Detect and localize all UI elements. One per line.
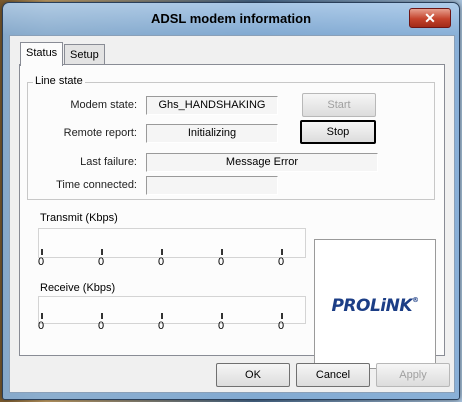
tab-status-label: Status <box>26 47 58 59</box>
transmit-scale-label: 0 <box>37 256 45 268</box>
tab-setup-label: Setup <box>70 49 99 61</box>
close-icon: ✕ <box>424 10 436 26</box>
receive-scale-tick <box>41 313 43 319</box>
receive-scale-label: 0 <box>277 320 285 332</box>
receive-scale-tick <box>101 313 103 319</box>
close-button[interactable]: ✕ <box>409 8 451 28</box>
transmit-scale-label: 0 <box>97 256 105 268</box>
transmit-scale-tick <box>281 249 283 255</box>
dialog-window: ADSL modem information ✕ Status Setup Li… <box>2 2 460 400</box>
transmit-title: Transmit (Kbps) <box>40 212 118 224</box>
transmit-scale-label: 0 <box>277 256 285 268</box>
modem-state-label: Modem state: <box>70 99 137 111</box>
receive-scale-label: 0 <box>97 320 105 332</box>
receive-scale-tick <box>281 313 283 319</box>
receive-title: Receive (Kbps) <box>40 282 116 294</box>
receive-scale-label: 0 <box>37 320 45 332</box>
transmit-scale-label: 0 <box>217 256 225 268</box>
receive-scale-label: 0 <box>217 320 225 332</box>
receive-scale-label: 0 <box>157 320 165 332</box>
receive-scale-tick <box>161 313 163 319</box>
start-button[interactable]: Start <box>302 93 376 117</box>
line-state-group: Line state Modem state: Ghs_HANDSHAKING … <box>27 75 435 200</box>
remote-report-value: Initializing <box>146 124 278 143</box>
transmit-scale-tick <box>101 249 103 255</box>
transmit-scale-tick <box>221 249 223 255</box>
transmit-scale-label: 0 <box>157 256 165 268</box>
apply-button[interactable]: Apply <box>376 363 450 387</box>
last-failure-label: Last failure: <box>80 156 137 168</box>
last-failure-value: Message Error <box>146 153 378 172</box>
line-state-group-title: Line state <box>33 75 85 87</box>
logo-registered-mark: ® <box>412 296 419 304</box>
stop-button[interactable]: Stop <box>300 120 376 144</box>
tab-setup[interactable]: Setup <box>64 44 105 65</box>
receive-scale-tick <box>221 313 223 319</box>
logo-wordmark: PROLiNK <box>331 296 413 316</box>
time-connected-value <box>146 176 278 195</box>
status-panel: Line state Modem state: Ghs_HANDSHAKING … <box>19 64 445 369</box>
transmit-scale-tick <box>161 249 163 255</box>
modem-state-value: Ghs_HANDSHAKING <box>146 96 278 115</box>
transmit-scale-tick <box>41 249 43 255</box>
prolink-logo: PROLiNK® <box>314 239 436 369</box>
dialog-client-area: Status Setup Line state Modem state: Ghs… <box>9 35 455 393</box>
window-title: ADSL modem information <box>150 11 312 26</box>
logo-text: PROLiNK® <box>315 296 435 316</box>
receive-scale: 0 0 0 0 0 <box>38 313 310 341</box>
transmit-scale: 0 0 0 0 0 <box>38 249 310 277</box>
remote-report-label: Remote report: <box>63 127 137 139</box>
ok-button[interactable]: OK <box>216 363 290 387</box>
cancel-button[interactable]: Cancel <box>296 363 370 387</box>
time-connected-label: Time connected: <box>56 179 137 191</box>
tab-status[interactable]: Status <box>20 42 64 66</box>
